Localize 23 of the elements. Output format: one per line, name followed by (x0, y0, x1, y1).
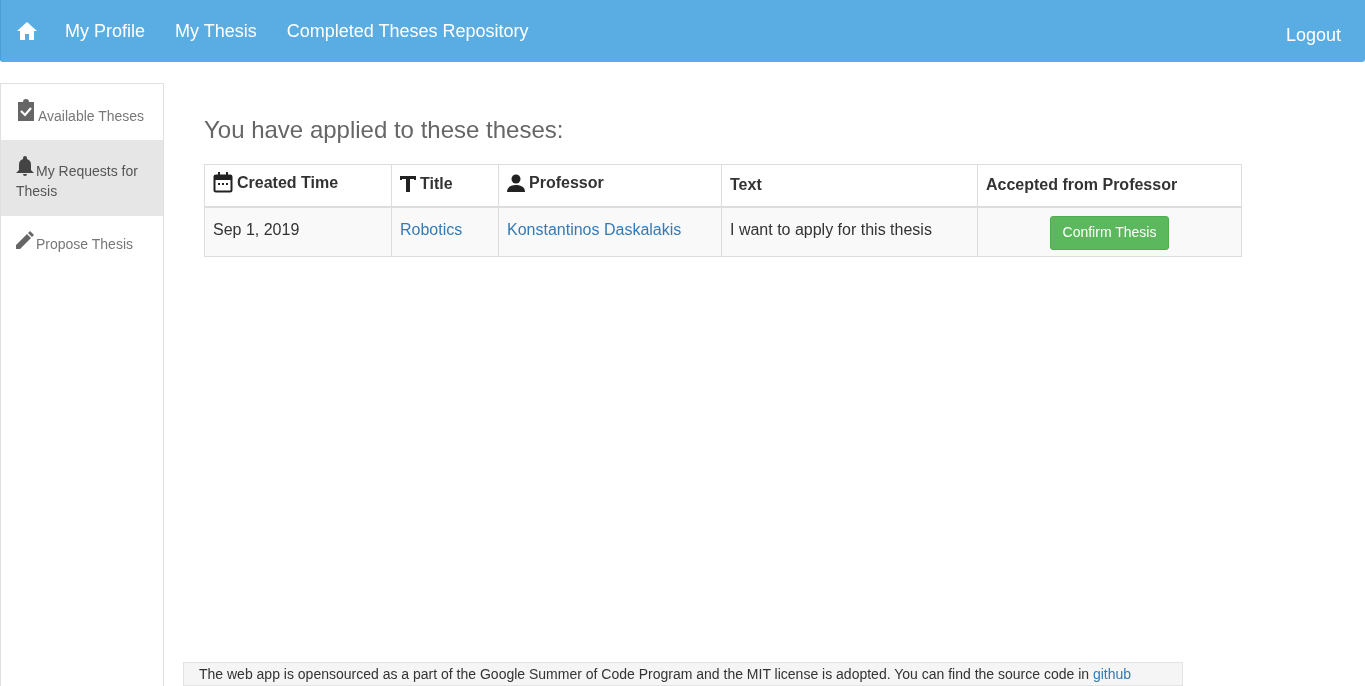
person-icon (507, 174, 525, 193)
date-text: Sep 1, 2019 (213, 220, 300, 238)
nav-link[interactable]: My Profile (65, 17, 145, 45)
calendar-icon (213, 172, 233, 193)
confirm-thesis-button[interactable]: Confirm Thesis (1049, 215, 1170, 250)
pencil-icon (16, 231, 34, 249)
nav-link[interactable]: My Thesis (175, 17, 257, 45)
logout-link[interactable]: Logout (1285, 21, 1341, 49)
column-header: Accepted from Professor (986, 175, 1178, 196)
footer-text: The web app is opensourced as a part of the Google Summer of Code Program and the MIT license is adopted. You can find the source code in github (199, 664, 1132, 684)
clipboard-check-icon (16, 99, 36, 121)
column-header: Professor (507, 171, 604, 196)
page-heading: You have applied to these theses: (204, 115, 565, 145)
home-icon[interactable] (17, 22, 37, 40)
request-text: I want to apply for this thesis (730, 220, 932, 238)
column-header: Created Time (213, 170, 339, 195)
github-link[interactable]: github (1092, 665, 1132, 682)
sidebar-item[interactable]: My Requests for Thesis (1, 141, 163, 216)
nav-link[interactable]: Completed Theses Repository (286, 17, 529, 45)
column-header: Text (730, 175, 762, 196)
column-header: Title (400, 171, 453, 196)
letter-t-icon (400, 175, 416, 192)
bell-icon (16, 156, 34, 176)
